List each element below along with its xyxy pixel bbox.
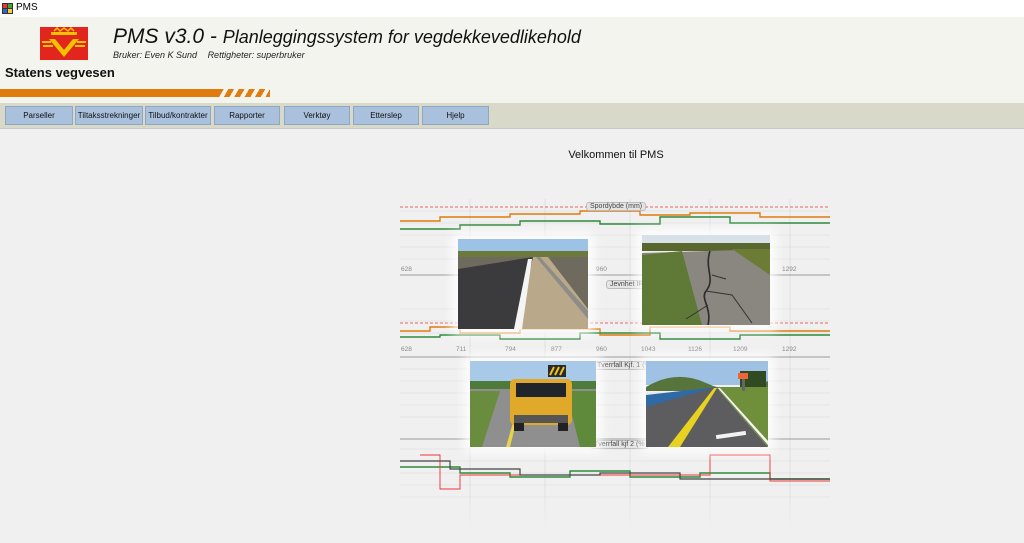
app-header: PMS v3.0 - Planleggingssystem for vegdek… <box>0 17 1024 103</box>
axis-tick: 1292 <box>782 346 797 353</box>
title-separator: - <box>209 25 217 48</box>
axis-tick: 877 <box>551 346 562 353</box>
menu-hjelp-button[interactable]: Hjelp <box>422 106 489 125</box>
menu-rapporter-button[interactable]: Rapporter <box>214 106 280 125</box>
accent-stripe-hatch <box>218 89 270 97</box>
app-subtitle: Planleggingssystem for vegdekkevedlikeho… <box>222 27 581 47</box>
welcome-collage: Spordybde (mm) Jevnhet IRI (mm Tverrfall… <box>400 199 830 529</box>
welcome-message: Velkommen til PMS <box>568 149 664 161</box>
axis-tick: 711 <box>456 346 467 353</box>
menu-etterslep-button[interactable]: Etterslep <box>353 106 419 125</box>
main-content: Velkommen til PMS Spordybde (mm) Jevnhet… <box>0 128 1024 543</box>
graph-label-spordybde: Spordybde (mm) <box>586 202 647 211</box>
axis-tick: 960 <box>596 266 607 273</box>
axis-tick: 1126 <box>688 346 702 353</box>
menu-parseller-button[interactable]: Parseller <box>5 106 73 125</box>
menu-tilbud-kontrakter-button[interactable]: Tilbud/kontrakter <box>145 106 211 125</box>
organization-name: Statens vegvesen <box>5 65 115 80</box>
photo-cracked-road <box>642 235 770 326</box>
app-title: PMS v3.0 - Planleggingssystem for vegdek… <box>113 25 581 49</box>
app-icon <box>2 3 13 14</box>
axis-tick: 794 <box>505 346 516 353</box>
user-name: Bruker: Even K Sund <box>113 50 198 60</box>
window-titlebar: PMS <box>0 0 1024 18</box>
user-rights: Rettigheter: superbruker <box>207 50 305 60</box>
axis-tick: 1043 <box>641 346 656 353</box>
axis-tick: 1292 <box>782 266 797 273</box>
axis-tick: 1209 <box>733 346 748 353</box>
photo-road-markings <box>646 361 768 447</box>
main-menu: Parseller Tiltaksstrekninger Tilbud/kont… <box>0 103 1024 128</box>
photo-measurement-van <box>470 361 596 447</box>
accent-stripe <box>0 89 218 97</box>
photo-new-asphalt <box>458 239 588 329</box>
menu-tiltaksstrekninger-button[interactable]: Tiltaksstrekninger <box>75 106 143 125</box>
user-info: Bruker: Even K Sund Rettigheter: superbr… <box>113 50 313 60</box>
axis-tick: 628 <box>401 266 412 273</box>
statens-vegvesen-logo <box>40 27 88 60</box>
window-title: PMS <box>16 2 38 13</box>
app-name: PMS v3.0 <box>113 25 205 48</box>
axis-tick: 960 <box>596 346 607 353</box>
axis-tick: 628 <box>401 346 412 353</box>
menu-verktoy-button[interactable]: Verktøy <box>284 106 350 125</box>
graph-label-tverrfall-2: Tverrfall kjf 2 (% <box>590 440 649 449</box>
